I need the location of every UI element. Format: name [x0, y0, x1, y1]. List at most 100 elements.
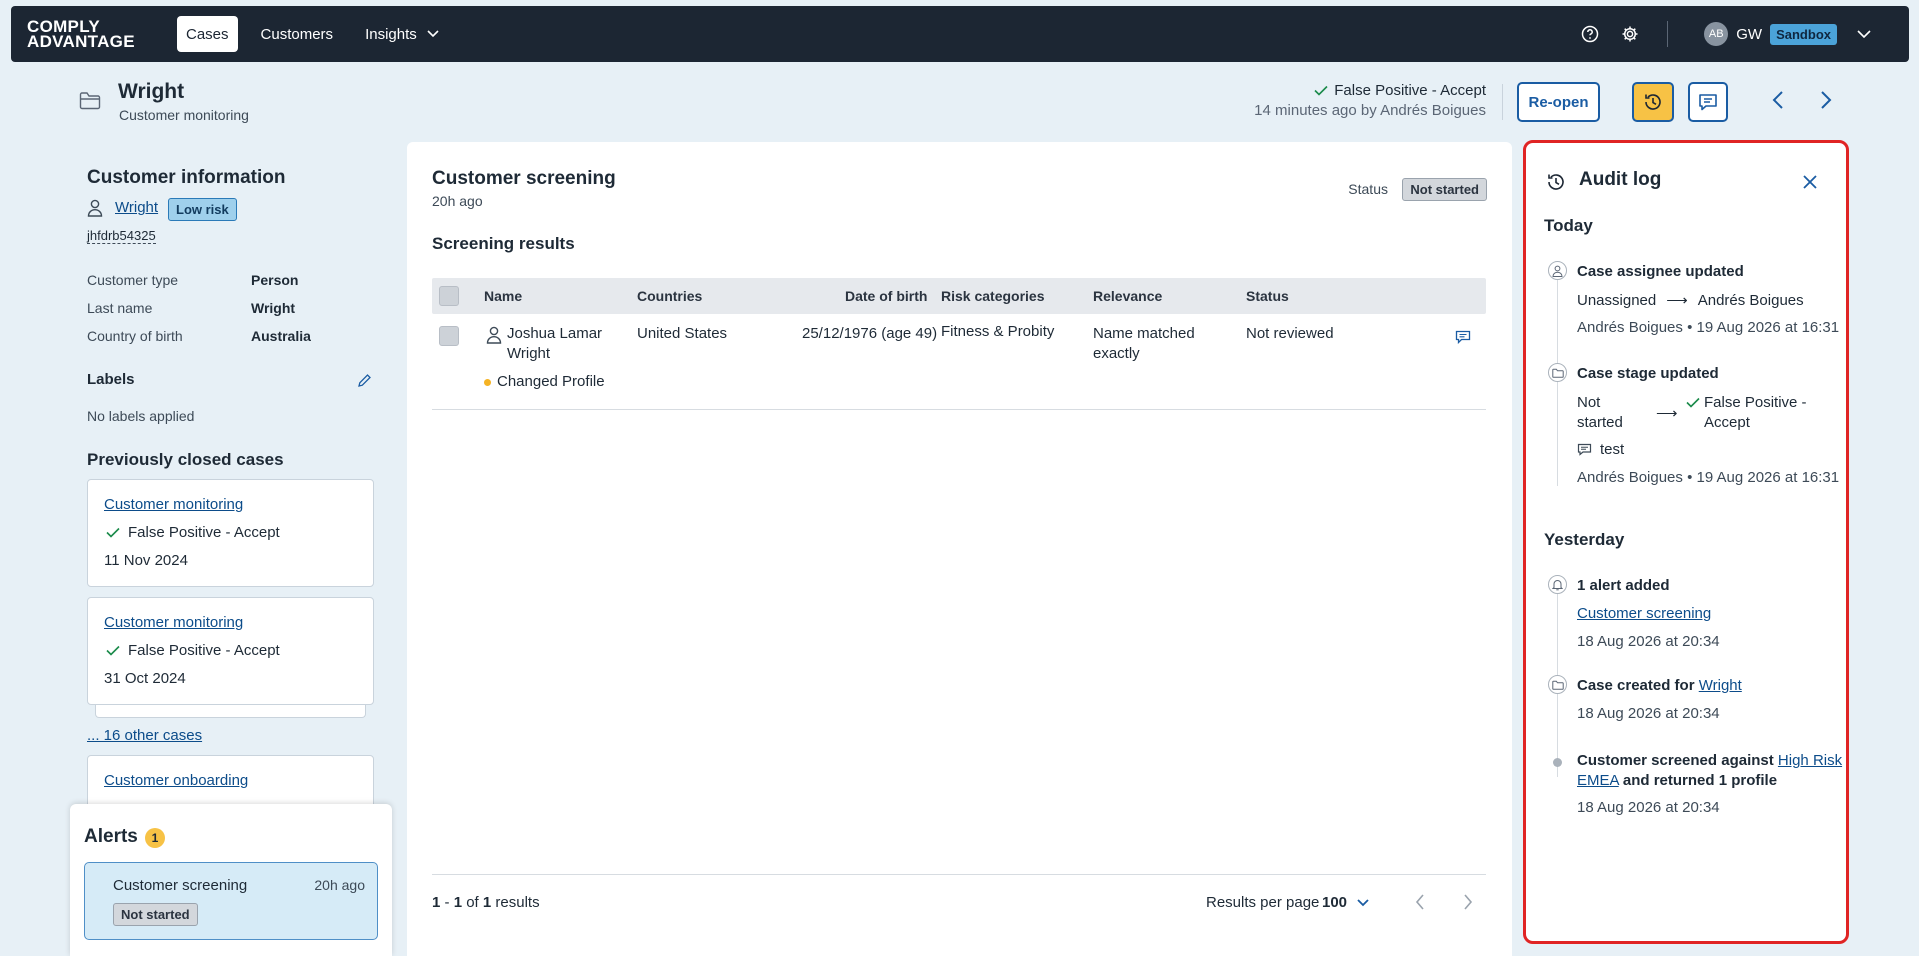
edit-pencil-icon[interactable] [357, 373, 372, 388]
column-header-countries[interactable]: Countries [637, 288, 702, 304]
field-country-of-birth: Country of birth Australia [87, 328, 311, 344]
closed-case-link[interactable]: Customer monitoring [104, 614, 243, 631]
user-avatar[interactable]: AB [1704, 22, 1729, 46]
row-relevance-line-1: Name matched [1093, 325, 1195, 342]
comment-text: test [1600, 441, 1625, 458]
row-status: Not reviewed [1246, 325, 1334, 342]
pagination-prev-icon[interactable] [1415, 894, 1425, 910]
row-checkbox[interactable] [439, 326, 459, 346]
screening-time: 20h ago [432, 193, 483, 209]
next-case-chevron-icon[interactable] [1820, 90, 1832, 110]
audit-entry-link[interactable]: High Risk [1778, 752, 1842, 769]
alerts-count-badge: 1 [145, 828, 165, 848]
change-from-line-1: Not [1577, 394, 1601, 411]
closed-case-stage-label: False Positive - Accept [128, 524, 280, 541]
row-name[interactable]: Joshua Lamar Wright [507, 324, 602, 364]
pagination-next-icon[interactable] [1463, 894, 1473, 910]
row-relevance-line-2: exactly [1093, 345, 1140, 362]
comment-icon [1577, 443, 1592, 456]
closed-case-link[interactable]: Customer onboarding [104, 772, 248, 789]
history-icon [1546, 172, 1566, 192]
history-icon [1643, 92, 1663, 112]
settings-gear-icon[interactable] [1621, 25, 1639, 43]
pagination-total: 1 [482, 894, 492, 911]
audit-entry-text: Customer screened against [1577, 752, 1774, 769]
customer-info-title: Customer information [87, 167, 286, 188]
account-initials: GW [1736, 25, 1763, 43]
closed-case-stage: False Positive - Accept [106, 642, 280, 659]
audit-entry-title: Case created for Wright [1577, 677, 1742, 694]
audit-entry-link[interactable]: Customer screening [1577, 605, 1711, 622]
results-per-page-select[interactable]: 100 [1322, 894, 1369, 911]
nav-right-group: AB GW Sandbox [1581, 6, 1909, 62]
row-date-of-birth: 25/12/1976 (age 49) [802, 325, 938, 342]
case-stage-meta: 14 minutes ago by Andrés Boigues [1254, 102, 1486, 119]
change-to-line-1: False Positive - [1704, 394, 1807, 411]
column-header-name[interactable]: Name [484, 288, 522, 304]
column-header-relevance[interactable]: Relevance [1093, 288, 1162, 304]
select-all-checkbox[interactable] [439, 286, 459, 306]
alerts-panel: Alerts 1 Customer screening 20h ago Not … [70, 804, 392, 956]
header-divider [1502, 84, 1503, 120]
column-header-status[interactable]: Status [1246, 288, 1289, 304]
previous-case-chevron-icon[interactable] [1772, 90, 1784, 110]
comment-icon [1698, 93, 1718, 111]
closed-case-stage-label: False Positive - Accept [128, 642, 280, 659]
closed-case-link[interactable]: Customer monitoring [104, 496, 243, 513]
chevron-down-icon [427, 30, 439, 38]
reopen-button[interactable]: Re-open [1517, 82, 1600, 122]
checkmark-icon [1686, 397, 1700, 408]
audit-entry-link[interactable]: EMEA [1577, 772, 1619, 789]
nav-tab-customers[interactable]: Customers [252, 16, 343, 52]
checkmark-icon [106, 527, 120, 538]
comments-button[interactable] [1688, 82, 1728, 122]
screening-status-label: Status [1348, 181, 1388, 197]
audit-entry-link[interactable]: Wright [1699, 677, 1742, 694]
assignee-person-icon [1548, 261, 1567, 280]
checkmark-icon [106, 645, 120, 656]
row-tag-label: Changed Profile [497, 373, 605, 390]
customer-name-link[interactable]: Wright [115, 199, 158, 216]
audit-entry-meta: 18 Aug 2026 at 20:34 [1577, 799, 1720, 816]
row-comment-icon[interactable] [1455, 330, 1471, 344]
screening-results-title: Screening results [432, 234, 575, 253]
row-risk-category: Fitness & Probity [941, 323, 1055, 340]
other-cases-link[interactable]: ... 16 other cases [87, 727, 202, 744]
audit-day-today: Today [1544, 216, 1593, 235]
table-row[interactable]: Joshua Lamar Wright Changed Profile Unit… [432, 314, 1486, 410]
row-relevance: Name matched exactly [1093, 324, 1195, 364]
chevron-down-icon [1357, 898, 1369, 907]
pagination-divider [432, 874, 1486, 875]
closed-case-card[interactable]: Customer monitoring False Positive - Acc… [87, 597, 374, 705]
account-menu-chevron-icon[interactable] [1857, 30, 1871, 38]
timeline-dot [1553, 758, 1562, 767]
row-country: United States [637, 325, 728, 342]
audit-log-toggle-button[interactable] [1632, 82, 1674, 122]
closed-case-date: 31 Oct 2024 [104, 670, 186, 687]
audit-entry-meta: Andrés Boigues • 19 Aug 2026 at 16:31 [1577, 469, 1840, 486]
audit-entry-title-text: Case created for [1577, 677, 1695, 694]
nav-tab-cases[interactable]: Cases [177, 16, 238, 52]
alert-status-badge: Not started [113, 903, 198, 926]
closed-case-card[interactable]: Customer monitoring False Positive - Acc… [87, 479, 374, 587]
closed-case-date: 11 Nov 2024 [104, 552, 188, 569]
comply-advantage-logo[interactable]: COMPLY ADVANTAGE [27, 18, 177, 50]
field-customer-type: Customer type Person [87, 272, 298, 288]
help-icon[interactable] [1581, 25, 1599, 43]
column-header-date-of-birth[interactable]: Date of birth [845, 288, 927, 304]
audit-entry-meta: 18 Aug 2026 at 20:34 [1577, 633, 1720, 650]
top-navigation: COMPLY ADVANTAGE Cases Customers Insight… [11, 6, 1909, 62]
alert-bell-icon [1548, 575, 1567, 594]
results-per-page-value: 100 [1322, 894, 1348, 911]
row-name-line-2: Wright [507, 345, 551, 362]
change-from-line-2: started [1577, 414, 1623, 431]
nav-tab-insights[interactable]: Insights [356, 16, 448, 52]
case-stage-folder-icon [1548, 363, 1567, 382]
close-icon[interactable] [1802, 174, 1818, 190]
customer-id[interactable]: jhfdrb54325 [87, 228, 156, 244]
results-per-page-label: Results per page [1206, 894, 1320, 911]
field-value: Person [251, 272, 299, 288]
alert-card[interactable]: Customer screening 20h ago Not started [84, 862, 378, 940]
column-header-risk-categories[interactable]: Risk categories [941, 288, 1045, 304]
audit-log-panel: Audit log Today Case assignee updated Un… [1523, 140, 1849, 944]
